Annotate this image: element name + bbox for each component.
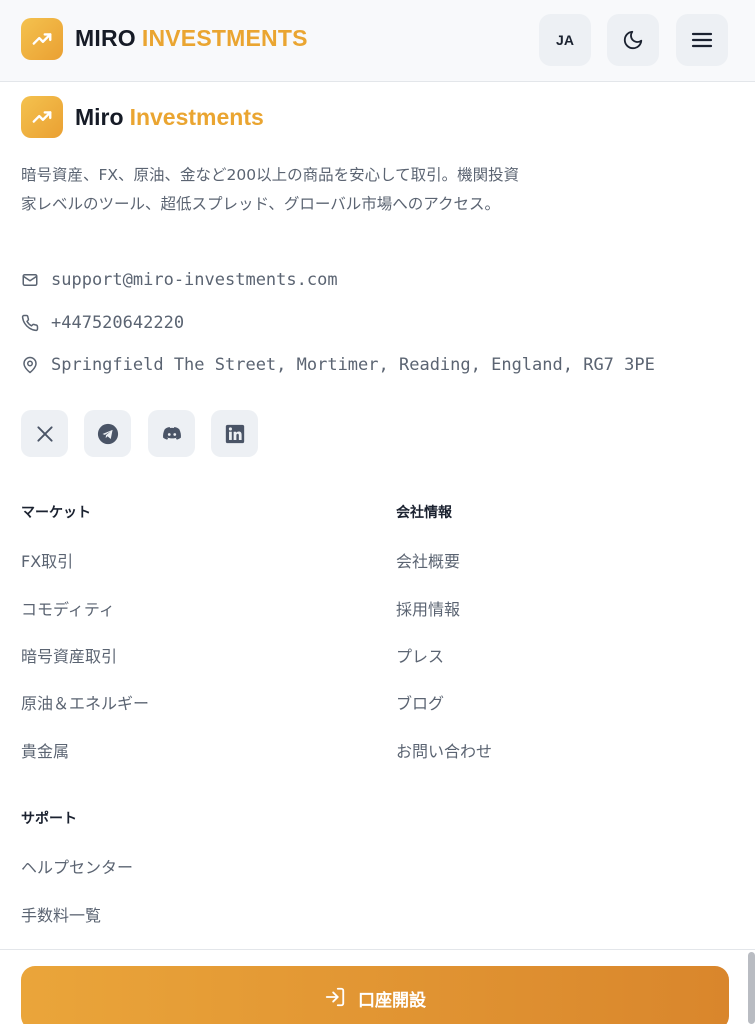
scrollbar[interactable] xyxy=(748,952,755,1024)
footer-logo[interactable] xyxy=(21,96,63,138)
company-link-contact[interactable]: お問い合わせ xyxy=(396,738,492,762)
markets-link-precious-metals[interactable]: 貴金属 xyxy=(21,738,69,762)
support-link-help-center[interactable]: ヘルプセンター xyxy=(21,854,133,878)
brand-part-1: MIRO xyxy=(75,25,136,51)
email-text: support@miro-investments.com xyxy=(51,270,338,290)
telegram-social-button[interactable] xyxy=(84,410,131,457)
markets-link-fx[interactable]: FX取引 xyxy=(21,548,73,572)
logo[interactable] xyxy=(21,18,63,60)
linkedin-icon xyxy=(225,424,244,443)
company-link-about[interactable]: 会社概要 xyxy=(396,548,460,572)
markets-link-oil-energy[interactable]: 原油＆エネルギー xyxy=(21,690,149,714)
contact-address: Springfield The Street, Mortimer, Readin… xyxy=(21,355,655,375)
x-icon xyxy=(36,425,53,442)
hamburger-menu-icon xyxy=(691,32,713,48)
map-pin-icon xyxy=(21,356,39,374)
telegram-icon xyxy=(97,423,118,444)
moon-icon xyxy=(623,30,643,50)
top-header: MIRO INVESTMENTS JA xyxy=(0,0,755,82)
company-heading: 会社情報 xyxy=(396,505,452,521)
markets-link-commodities[interactable]: コモディティ xyxy=(21,596,115,620)
open-account-button[interactable]: 口座開設 xyxy=(21,966,729,1024)
theme-toggle-button[interactable] xyxy=(607,14,659,66)
footer-brand-part-1: Miro xyxy=(75,104,124,130)
support-heading: サポート xyxy=(21,811,77,827)
address-text: Springfield The Street, Mortimer, Readin… xyxy=(51,355,655,375)
mail-icon xyxy=(21,271,39,289)
footer-brand-part-2: Investments xyxy=(129,104,264,130)
company-description: 暗号資産、FX、原油、金など200以上の商品を安心して取引。機関投資家レベルのツ… xyxy=(21,166,520,213)
trend-up-icon xyxy=(32,111,52,123)
support-link-fees[interactable]: 手数料一覧 xyxy=(21,902,101,926)
linkedin-social-button[interactable] xyxy=(211,410,258,457)
language-label: JA xyxy=(556,32,574,48)
contact-phone[interactable]: +447520642220 xyxy=(21,313,184,333)
phone-icon xyxy=(21,314,39,332)
open-account-label: 口座開設 xyxy=(358,991,426,1011)
menu-button[interactable] xyxy=(676,14,728,66)
markets-heading: マーケット xyxy=(21,505,91,521)
company-link-press[interactable]: プレス xyxy=(396,643,444,667)
markets-link-crypto[interactable]: 暗号資産取引 xyxy=(21,643,117,667)
discord-icon xyxy=(162,426,181,440)
contact-email[interactable]: support@miro-investments.com xyxy=(21,270,338,290)
x-social-button[interactable] xyxy=(21,410,68,457)
brand-name[interactable]: MIRO INVESTMENTS xyxy=(75,25,308,52)
phone-text: +447520642220 xyxy=(51,313,185,333)
company-link-careers[interactable]: 採用情報 xyxy=(396,596,460,620)
brand-part-2: INVESTMENTS xyxy=(141,25,308,51)
discord-social-button[interactable] xyxy=(148,410,195,457)
company-link-blog[interactable]: ブログ xyxy=(396,690,444,714)
login-icon xyxy=(325,987,345,1007)
trend-up-icon xyxy=(32,33,52,45)
footer-brand-name: Miro Investments xyxy=(75,104,264,131)
language-button[interactable]: JA xyxy=(539,14,591,66)
